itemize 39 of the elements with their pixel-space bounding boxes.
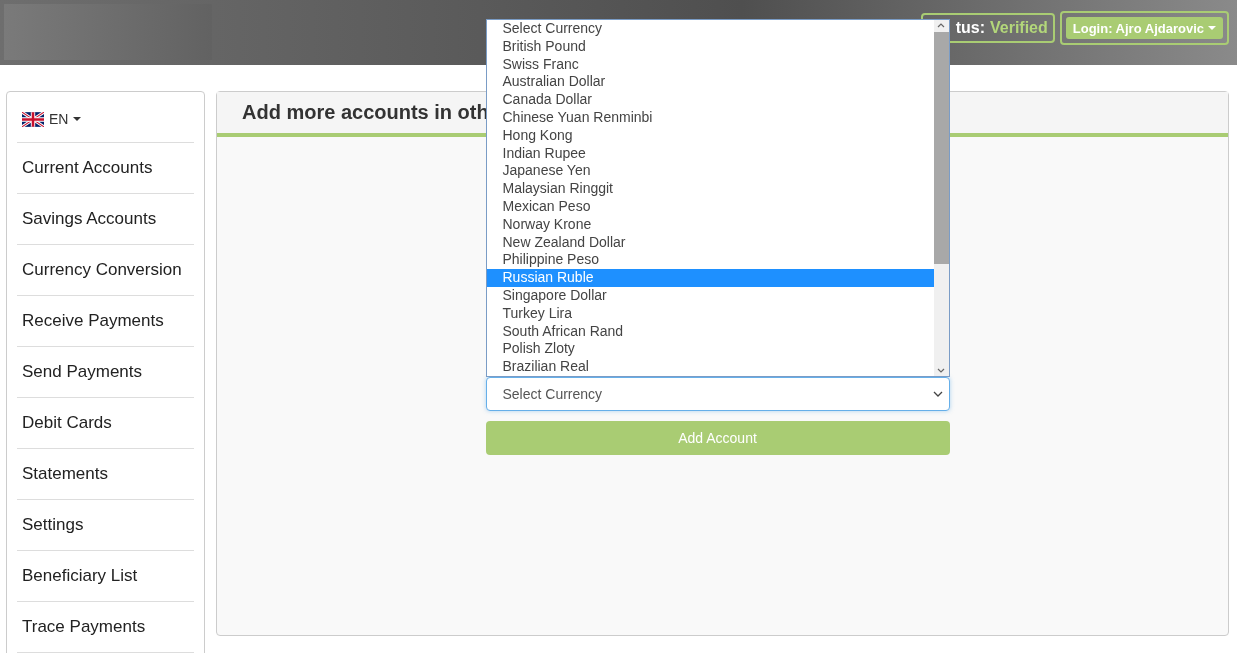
sidebar-item[interactable]: Send Payments [17,347,194,398]
dropdown-option[interactable]: South African Rand [486,322,934,341]
sidebar-item[interactable]: Beneficiary List [17,551,194,602]
chevron-down-icon [932,391,943,397]
dropdown-option[interactable]: Norway Krone [486,215,934,234]
dropdown-option[interactable]: Philippine Peso [486,251,934,270]
sidebar-item[interactable]: Trace Payments [17,602,194,653]
sidebar-item[interactable]: Current Accounts [17,143,194,194]
dropdown-option[interactable]: Malaysian Ringgit [486,180,934,198]
sidebar-item[interactable]: Savings Accounts [17,194,194,245]
flag-icon [22,111,44,127]
scrollbar[interactable] [933,20,949,376]
caret-icon [73,117,82,121]
status-value: Verified [989,19,1048,37]
sidebar-item[interactable]: Settings [17,500,194,551]
dropdown-option[interactable]: Hong Kong [486,126,934,145]
scroll-up-icon [937,23,945,28]
dropdown-option[interactable]: Brazilian Real [486,358,934,376]
scroll-down-icon [937,368,945,373]
sidebar-item[interactable]: Currency Conversion [17,245,194,296]
dropdown-option[interactable]: Swiss Franc [486,55,934,74]
dropdown-option[interactable]: Indian Rupee [486,144,934,163]
status-label: tus: [955,19,985,37]
dropdown-option[interactable]: British Pound [486,37,934,56]
dropdown-option[interactable]: Japanese Yen [486,162,934,181]
currency-select[interactable]: Select Currency [485,377,950,411]
sidebar-item[interactable]: Receive Payments [17,296,194,347]
dropdown-option[interactable]: New Zealand Dollar [486,233,934,252]
sidebar-item[interactable]: Debit Cards [17,398,194,449]
dropdown-option[interactable]: Mexican Peso [486,197,934,216]
language-selector[interactable]: EN [17,96,194,143]
dropdown-option[interactable]: Polish Zloty [486,340,934,359]
dropdown-option[interactable]: Turkey Lira [486,304,934,323]
dropdown-option[interactable]: Australian Dollar [486,73,934,92]
dropdown-option[interactable]: Canada Dollar [486,91,934,109]
dropdown-option[interactable]: Select Currency [486,20,934,38]
sidebar-item[interactable]: Statements [17,449,194,500]
dropdown-option[interactable]: Singapore Dollar [486,286,934,305]
dropdown-option[interactable]: Chinese Yuan Renminbi [486,109,934,127]
